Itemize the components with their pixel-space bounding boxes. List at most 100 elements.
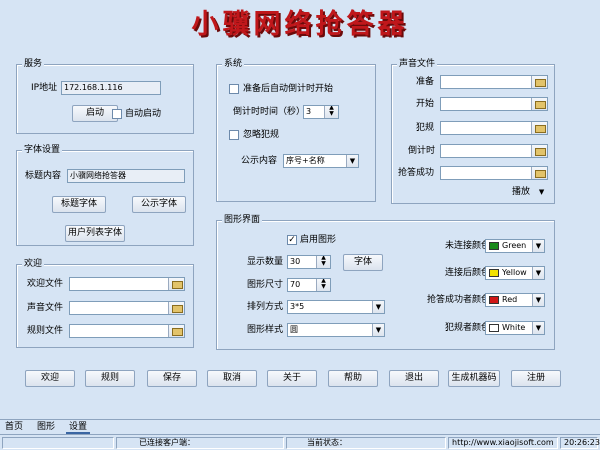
color-name: Yellow <box>502 268 527 277</box>
folder-icon[interactable] <box>168 325 184 337</box>
folder-icon[interactable] <box>168 302 184 314</box>
tab-bar: 首页 图形 设置 <box>0 419 600 434</box>
folder-icon[interactable] <box>531 98 547 110</box>
ready-sound-label: 准备 <box>416 77 435 87</box>
ip-field[interactable]: 172.168.1.116 <box>61 81 161 95</box>
start-sound-field[interactable] <box>440 97 548 111</box>
size-spinner[interactable]: 70 ▲ ▼ <box>287 278 331 292</box>
enable-graphics-checkbox[interactable]: ✓ <box>287 235 297 245</box>
sound-file-field[interactable] <box>69 301 185 315</box>
tab-settings[interactable]: 设置 <box>66 421 91 434</box>
help-button[interactable]: 帮助 <box>328 370 378 387</box>
layout-select[interactable]: 3*5 ▼ <box>287 300 385 314</box>
style-label: 图形样式 <box>247 325 284 335</box>
display-count-value: 30 <box>290 257 301 266</box>
status-cell-blank <box>2 437 114 449</box>
save-button[interactable]: 保存 <box>147 370 197 387</box>
spinner-arrows-icon[interactable]: ▲ ▼ <box>316 279 330 291</box>
display-count-spinner[interactable]: 30 ▲ ▼ <box>287 255 331 269</box>
graphics-group: 图形界面 ✓ 启用图形 显示数量 30 ▲ ▼ 字体 图形尺寸 70 ▲ ▼ 排列方… <box>216 215 555 350</box>
success-sound-field[interactable] <box>440 166 548 180</box>
ignore-foul-checkbox[interactable] <box>229 130 239 140</box>
tab-home[interactable]: 首页 <box>2 421 26 434</box>
chevron-down-icon[interactable]: ▼ <box>372 301 384 313</box>
play-button[interactable]: 播放 ▼ <box>512 186 544 198</box>
color-label-connected: 连接后颜色 <box>444 268 490 278</box>
folder-icon[interactable] <box>531 145 547 157</box>
start-sound-label: 开始 <box>416 99 435 109</box>
ready-sound-field[interactable] <box>440 75 548 89</box>
countdown-spinner[interactable]: 3 ▲ ▼ <box>303 105 339 119</box>
welcome-legend: 欢迎 <box>22 259 45 270</box>
welcome-file-field[interactable] <box>69 277 185 291</box>
color-name: Green <box>502 241 527 250</box>
userlist-font-button[interactable]: 用户列表字体 <box>65 225 125 242</box>
sound-file-label: 声音文件 <box>27 303 64 313</box>
folder-icon[interactable] <box>531 122 547 134</box>
auto-countdown-checkbox[interactable] <box>229 84 239 94</box>
rules-file-label: 规则文件 <box>27 326 64 336</box>
chevron-down-icon[interactable]: ▼ <box>532 322 544 334</box>
folder-icon[interactable] <box>531 167 547 179</box>
cancel-button[interactable]: 取消 <box>207 370 257 387</box>
chevron-down-icon[interactable]: ▼ <box>346 155 358 167</box>
color-select-success[interactable]: Red ▼ <box>485 293 545 307</box>
folder-icon[interactable] <box>168 278 184 290</box>
autostart-label: 自动启动 <box>125 109 162 119</box>
folder-icon[interactable] <box>531 76 547 88</box>
color-select-foul[interactable]: White ▼ <box>485 321 545 335</box>
graphics-font-button[interactable]: 字体 <box>343 254 383 271</box>
chevron-down-icon: ▼ <box>538 188 545 196</box>
app-title: 小骥网络抢答器 <box>191 9 409 40</box>
service-legend: 服务 <box>22 59 45 70</box>
color-label-foul: 犯规者颜色 <box>444 323 490 333</box>
welcome-group: 欢迎 欢迎文件 声音文件 规则文件 <box>16 259 194 348</box>
welcome-button[interactable]: 欢迎 <box>25 370 75 387</box>
title-font-button[interactable]: 标题字体 <box>52 196 106 213</box>
countdown-sound-field[interactable] <box>440 144 548 158</box>
notice-content-select[interactable]: 序号+名称 ▼ <box>283 154 359 168</box>
about-button[interactable]: 关于 <box>267 370 317 387</box>
notice-font-button[interactable]: 公示字体 <box>132 196 186 213</box>
color-swatch <box>489 269 499 277</box>
success-sound-label: 抢答成功 <box>398 168 435 178</box>
size-value: 70 <box>290 280 301 289</box>
style-select[interactable]: 圆 ▼ <box>287 323 385 337</box>
title-content-field[interactable]: 小骥网络抢答器 <box>67 169 185 183</box>
ignore-foul-label: 忽略犯规 <box>243 130 280 140</box>
countdown-value: 3 <box>306 107 312 116</box>
connected-clients-label: 已连接客户端： <box>116 437 284 449</box>
chevron-down-icon[interactable]: ▼ <box>532 240 544 252</box>
color-name: White <box>502 323 526 332</box>
color-swatch <box>489 242 499 250</box>
spinner-arrows-icon[interactable]: ▲ ▼ <box>316 256 330 268</box>
clock: 20:26:23 <box>560 437 600 449</box>
foul-sound-field[interactable] <box>440 121 548 135</box>
spinner-arrows-icon[interactable]: ▲ ▼ <box>324 106 338 118</box>
exit-button[interactable]: 退出 <box>389 370 439 387</box>
font-settings-legend: 字体设置 <box>22 145 63 156</box>
color-select-connected[interactable]: Yellow ▼ <box>485 266 545 280</box>
countdown-label: 倒计时时间（秒） <box>233 107 306 117</box>
graphics-legend: 图形界面 <box>222 215 263 226</box>
display-count-label: 显示数量 <box>247 257 284 267</box>
current-status-label: 当前状态： <box>286 437 446 449</box>
register-button[interactable]: 注册 <box>511 370 561 387</box>
generate-machine-code-button[interactable]: 生成机器码 <box>448 370 500 387</box>
layout-label: 排列方式 <box>247 302 284 312</box>
chevron-down-icon[interactable]: ▼ <box>532 267 544 279</box>
tab-graphics[interactable]: 图形 <box>34 421 58 434</box>
rules-button[interactable]: 规则 <box>85 370 135 387</box>
color-select-disconnected[interactable]: Green ▼ <box>485 239 545 253</box>
chevron-down-icon[interactable]: ▼ <box>532 294 544 306</box>
rules-file-field[interactable] <box>69 324 185 338</box>
website-link[interactable]: http://www.xiaojisoft.com <box>448 437 558 449</box>
chevron-down-icon[interactable]: ▼ <box>372 324 384 336</box>
autostart-checkbox[interactable] <box>112 109 122 119</box>
service-group: 服务 IP地址 172.168.1.116 启动 自动启动 <box>16 59 194 134</box>
layout-value: 3*5 <box>290 302 305 311</box>
color-name: Red <box>502 295 518 304</box>
style-value: 圆 <box>290 325 298 334</box>
sound-files-group: 声音文件 准备 开始 犯规 倒计时 抢答成功 播放 ▼ <box>391 59 555 204</box>
color-label-success: 抢答成功者颜色 <box>426 295 490 305</box>
